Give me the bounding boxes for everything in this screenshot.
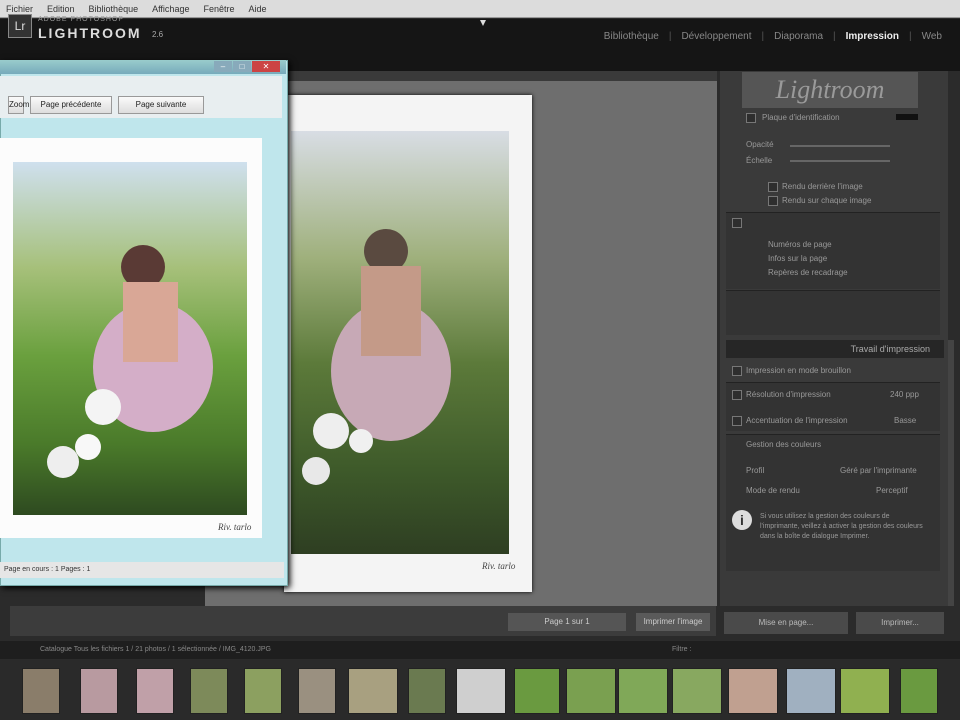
- close-icon[interactable]: ✕: [252, 61, 280, 72]
- module-separator: |: [909, 31, 912, 42]
- filmstrip-thumbnail-selected[interactable]: [456, 668, 506, 714]
- overlay-identity-plate: Plaque d'identification: [762, 113, 840, 122]
- overlay-opacity: Opacité: [746, 140, 774, 149]
- filmstrip-thumbnail[interactable]: [298, 668, 336, 714]
- job-resolution: Résolution d'impression: [746, 390, 831, 399]
- print-signature: Riv. tarlo: [482, 561, 516, 571]
- job-sharpening-value[interactable]: Basse: [894, 416, 916, 425]
- filmstrip-thumbnail[interactable]: [348, 668, 398, 714]
- identity-plate-preview[interactable]: Lightroom: [742, 72, 918, 108]
- scale-slider[interactable]: [790, 160, 890, 162]
- app-version: 2.6: [152, 30, 164, 39]
- zoom-button[interactable]: Zoom: [8, 96, 29, 114]
- overlay-render-each: Rendu sur chaque image: [782, 196, 872, 205]
- job-rendering-value[interactable]: Perceptif: [876, 486, 908, 495]
- module-separator: |: [761, 31, 765, 42]
- module-print[interactable]: Impression: [846, 31, 899, 42]
- logo-line2: LIGHTROOM: [38, 25, 142, 41]
- print-job-header[interactable]: Travail d'impression: [726, 340, 944, 358]
- filmstrip-filter-label: Filtre :: [672, 646, 692, 653]
- toolbar-print-button[interactable]: Imprimer l'image: [636, 613, 710, 631]
- previous-page-button[interactable]: Page précédente: [30, 96, 112, 114]
- sharpening-checkbox[interactable]: [732, 416, 742, 426]
- overlay-page-info: Infos sur la page: [768, 254, 828, 263]
- module-web[interactable]: Web: [922, 31, 942, 42]
- filmstrip-thumbnail[interactable]: [840, 668, 890, 714]
- job-resolution-value[interactable]: 240 ppp: [890, 390, 919, 399]
- filmstrip-thumbnail[interactable]: [566, 668, 616, 714]
- maximize-icon[interactable]: □: [233, 61, 251, 72]
- module-picker: Bibliothèque | Développement | Diaporama | …: [604, 31, 942, 42]
- job-rendering: Mode de rendu: [746, 486, 800, 495]
- draft-mode-checkbox[interactable]: [732, 366, 742, 376]
- render-each-checkbox[interactable]: [768, 196, 778, 206]
- filmstrip-thumbnail[interactable]: [408, 668, 446, 714]
- job-draft-mode: Impression en mode brouillon: [746, 366, 851, 375]
- filmstrip-thumbnail[interactable]: [22, 668, 60, 714]
- identity-plate-swatch[interactable]: [896, 114, 918, 120]
- job-color-management: Gestion des couleurs: [746, 440, 822, 449]
- page-options-section: [726, 212, 940, 289]
- filmstrip-thumbnail[interactable]: [190, 668, 228, 714]
- filmstrip-thumbnail[interactable]: [136, 668, 174, 714]
- filmstrip-thumbnail[interactable]: [900, 668, 938, 714]
- page-setup-button[interactable]: Mise en page...: [724, 612, 848, 634]
- filmstrip-thumbnail[interactable]: [80, 668, 118, 714]
- filmstrip-path: Catalogue Tous les fichiers 1 / 21 photo…: [40, 646, 272, 653]
- module-separator: |: [833, 31, 836, 42]
- resolution-checkbox[interactable]: [732, 390, 742, 400]
- menu-item-view[interactable]: Affichage: [152, 4, 189, 14]
- render-behind-checkbox[interactable]: [768, 182, 778, 192]
- opacity-slider[interactable]: [790, 145, 890, 147]
- os-menubar: Fichier Edition Bibliothèque Affichage F…: [0, 0, 960, 18]
- menu-item-window[interactable]: Fenêtre: [203, 4, 234, 14]
- print-button[interactable]: Imprimer...: [856, 612, 944, 634]
- module-slideshow[interactable]: Diaporama: [774, 31, 823, 42]
- menu-item-library[interactable]: Bibliothèque: [89, 4, 139, 14]
- logo-line1: ADOBE PHOTOSHOP: [38, 16, 125, 23]
- color-management-section: [726, 434, 940, 571]
- filmstrip-thumbnail[interactable]: [618, 668, 668, 714]
- photo-scene: [302, 229, 451, 485]
- module-develop[interactable]: Développement: [681, 31, 751, 42]
- overlay-scale: Échelle: [746, 156, 773, 165]
- photo-info-section: [726, 290, 940, 335]
- preview-photo-scene: [47, 245, 213, 478]
- menu-item-file[interactable]: Fichier: [6, 4, 33, 14]
- filmstrip-thumbnail[interactable]: [244, 668, 282, 714]
- preview-photo: [13, 162, 247, 515]
- minimize-icon[interactable]: –: [214, 61, 232, 72]
- job-profile: Profil: [746, 466, 765, 475]
- color-management-note: Si vous utilisez la gestion des couleurs…: [760, 513, 923, 540]
- menu-item-edit[interactable]: Edition: [47, 4, 75, 14]
- identity-plate-checkbox[interactable]: [746, 113, 756, 123]
- right-panel-scrollbar[interactable]: [948, 340, 954, 606]
- job-sharpening: Accentuation de l'impression: [746, 416, 848, 425]
- lightroom-logo-icon: Lr: [8, 14, 32, 38]
- overlay-render-behind: Rendu derrière l'image: [782, 182, 863, 191]
- info-icon: i: [732, 510, 752, 530]
- filmstrip-thumbnail[interactable]: [728, 668, 778, 714]
- menu-item-help[interactable]: Aide: [249, 4, 267, 14]
- overlay-page-numbers: Numéros de page: [768, 240, 832, 249]
- filmstrip-thumbnail[interactable]: [514, 668, 560, 714]
- module-separator: |: [668, 31, 672, 42]
- preview-signature: Riv. tarlo: [218, 522, 252, 532]
- page-options-checkbox[interactable]: [732, 218, 742, 228]
- filmstrip-thumbnail[interactable]: [786, 668, 836, 714]
- print-photo[interactable]: [291, 131, 509, 554]
- page-indicator: Page 1 sur 1: [508, 613, 626, 631]
- filmstrip-thumbnail[interactable]: [672, 668, 722, 714]
- job-profile-value[interactable]: Géré par l'imprimante: [840, 466, 917, 475]
- module-library[interactable]: Bibliothèque: [604, 31, 659, 42]
- overlay-crop-marks: Repères de recadrage: [768, 268, 848, 277]
- next-page-button[interactable]: Page suivante: [118, 96, 204, 114]
- mouse-cursor-icon: [480, 20, 486, 26]
- preview-status-bar: Page en cours : 1 Pages : 1: [0, 562, 284, 578]
